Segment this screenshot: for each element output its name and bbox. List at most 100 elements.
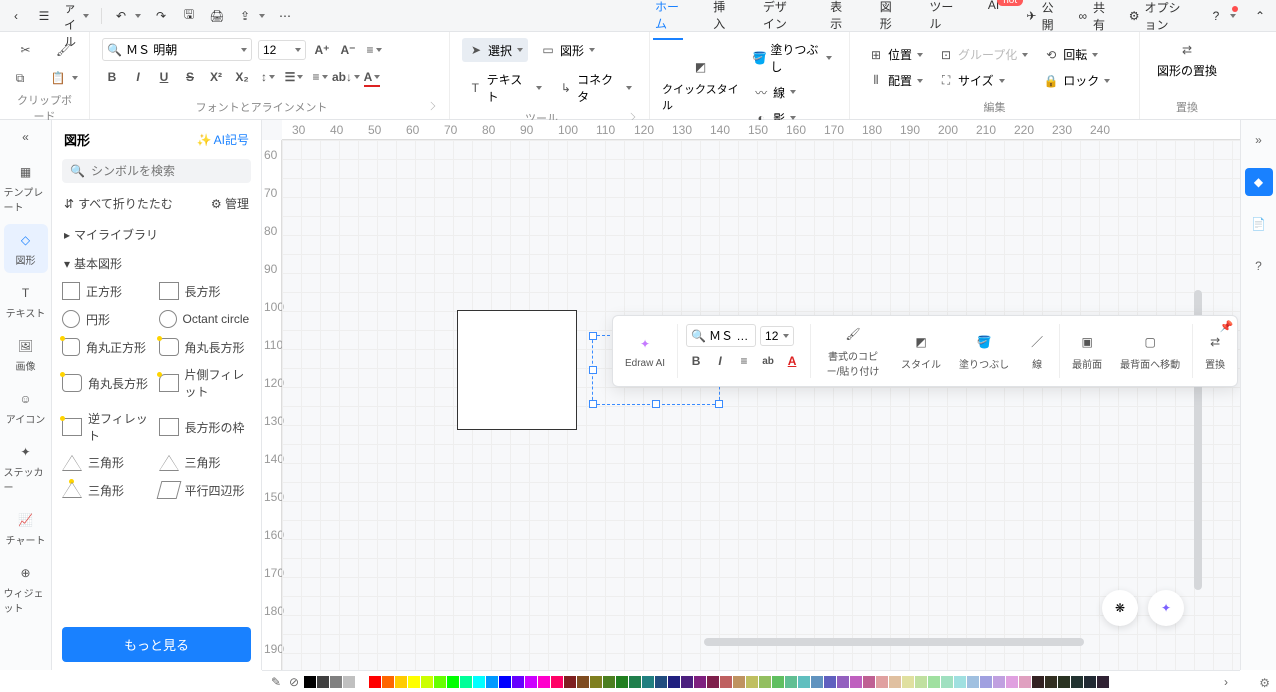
color-swatch[interactable]	[525, 676, 537, 688]
color-swatch[interactable]	[928, 676, 940, 688]
sidebar-shape[interactable]: ◇図形	[4, 224, 48, 273]
canvas[interactable]: 3040506070809010011012013014015016017018…	[262, 120, 1240, 670]
color-swatch[interactable]	[564, 676, 576, 688]
color-swatch[interactable]	[876, 676, 888, 688]
font-grow-button[interactable]: A⁺	[312, 40, 332, 60]
pin-toolbar-button[interactable]: 📌	[1219, 320, 1233, 333]
color-swatch[interactable]	[603, 676, 615, 688]
resize-handle-tl[interactable]	[589, 332, 597, 340]
color-swatch[interactable]	[1058, 676, 1070, 688]
text-tool-button[interactable]: Tテキスト	[462, 68, 547, 108]
font-select[interactable]: 🔍ＭＳ 明朝	[102, 38, 252, 61]
copy-button[interactable]: ⧉	[6, 66, 34, 90]
mini-italic[interactable]: I	[710, 351, 730, 371]
save-button[interactable]: 🖫	[181, 8, 197, 24]
shape-tri3[interactable]: 三角形	[62, 481, 155, 499]
resize-handle-ml[interactable]	[589, 366, 597, 374]
share-button[interactable]: ∞共有	[1076, 0, 1111, 33]
color-swatch[interactable]	[447, 676, 459, 688]
color-swatch[interactable]	[720, 676, 732, 688]
color-swatch[interactable]	[1071, 676, 1083, 688]
color-swatch[interactable]	[330, 676, 342, 688]
tab-ai[interactable]: AIhot	[986, 0, 1025, 40]
edraw-ai-button[interactable]: ✦Edraw AI	[617, 320, 673, 382]
sidebar-sticker[interactable]: ✦ステッカー	[4, 436, 48, 500]
color-swatch[interactable]	[850, 676, 862, 688]
text-direction-button[interactable]: ab↓	[336, 67, 356, 87]
color-swatch[interactable]	[304, 676, 316, 688]
manage-button[interactable]: ⚙ 管理	[211, 195, 249, 212]
color-swatch[interactable]	[824, 676, 836, 688]
right-doc-tab[interactable]: 📄	[1245, 210, 1273, 238]
shape-rectframe[interactable]: 長方形の枠	[159, 410, 252, 444]
color-swatch[interactable]	[681, 676, 693, 688]
no-color-button[interactable]: ⊘	[286, 674, 302, 690]
shape-tri2[interactable]: 三角形	[159, 454, 252, 471]
color-swatch[interactable]	[1006, 676, 1018, 688]
collapse-right-button[interactable]: »	[1245, 126, 1273, 154]
format-painter-button[interactable]: 🖌	[50, 38, 78, 62]
mini-size-select[interactable]: 12	[760, 326, 794, 346]
cut-button[interactable]: ✂	[12, 38, 40, 62]
select-tool-button[interactable]: ➤選択	[462, 38, 528, 62]
color-swatch[interactable]	[1032, 676, 1044, 688]
color-swatch[interactable]	[785, 676, 797, 688]
mylib-section[interactable]: ▸ マイライブラリ	[52, 220, 261, 249]
shape-onefillet[interactable]: 片側フィレット	[159, 366, 252, 400]
color-swatch[interactable]	[421, 676, 433, 688]
shape-circle[interactable]: 円形	[62, 310, 155, 328]
right-fill-tab[interactable]: ◆	[1245, 168, 1273, 196]
lock-button[interactable]: 🔒ロック	[1037, 69, 1115, 93]
bold-button[interactable]: B	[102, 67, 122, 87]
color-swatch[interactable]	[590, 676, 602, 688]
align-button2[interactable]: ⫴配置	[862, 69, 928, 93]
sidebar-widget[interactable]: ⊕ウィジェット	[4, 557, 48, 621]
sidebar-text[interactable]: Tテキスト	[4, 277, 48, 326]
more-colors-button[interactable]: ›	[1218, 674, 1234, 690]
underline-button[interactable]: U	[154, 67, 174, 87]
color-swatch[interactable]	[577, 676, 589, 688]
more-shapes-button[interactable]: もっと見る	[62, 627, 251, 662]
mini-bold[interactable]: B	[686, 351, 706, 371]
color-swatch[interactable]	[746, 676, 758, 688]
color-swatch[interactable]	[395, 676, 407, 688]
color-swatch[interactable]	[889, 676, 901, 688]
shape-revfillet[interactable]: 逆フィレット	[62, 410, 155, 444]
color-swatch[interactable]	[408, 676, 420, 688]
bullets-button[interactable]: ☰	[284, 67, 304, 87]
color-swatch[interactable]	[486, 676, 498, 688]
color-swatch[interactable]	[798, 676, 810, 688]
color-swatch[interactable]	[642, 676, 654, 688]
color-swatch[interactable]	[694, 676, 706, 688]
more-button[interactable]: ⋯	[277, 8, 293, 24]
format-copy-button[interactable]: 🖌書式のコピー/貼り付け	[815, 320, 891, 382]
square-shape-object[interactable]	[457, 310, 577, 430]
italic-button[interactable]: I	[128, 67, 148, 87]
color-swatch[interactable]	[1045, 676, 1057, 688]
color-swatch[interactable]	[629, 676, 641, 688]
shape-rrect[interactable]: 角丸長方形	[159, 338, 252, 356]
color-swatch[interactable]	[460, 676, 472, 688]
publish-button[interactable]: ✈公開	[1025, 0, 1060, 33]
replace-shape-button[interactable]: ⇄図形の置換	[1152, 38, 1222, 82]
color-swatch[interactable]	[1019, 676, 1031, 688]
color-swatch[interactable]	[837, 676, 849, 688]
color-swatch[interactable]	[733, 676, 745, 688]
color-swatch[interactable]	[655, 676, 667, 688]
color-swatch[interactable]	[941, 676, 953, 688]
mini-ab[interactable]: ab	[758, 351, 778, 371]
mini-fill-button[interactable]: 🪣塗りつぶし	[951, 320, 1017, 382]
font-size-select[interactable]: 12	[258, 40, 306, 60]
menu-icon[interactable]: ☰	[36, 8, 52, 24]
color-swatch[interactable]	[538, 676, 550, 688]
export-button[interactable]: ⇪	[237, 8, 265, 24]
color-swatch[interactable]	[369, 676, 381, 688]
resize-handle-br[interactable]	[715, 400, 723, 408]
paste-button[interactable]: 📋	[44, 66, 83, 90]
resize-handle-bl[interactable]	[589, 400, 597, 408]
settings-button[interactable]: ⚙	[1259, 676, 1270, 690]
options-button[interactable]: ⚙オプション	[1128, 0, 1192, 33]
font-color-button[interactable]: A	[362, 67, 382, 87]
eyedropper-button[interactable]: ✎	[268, 674, 284, 690]
mini-align[interactable]: ≡	[734, 351, 754, 371]
